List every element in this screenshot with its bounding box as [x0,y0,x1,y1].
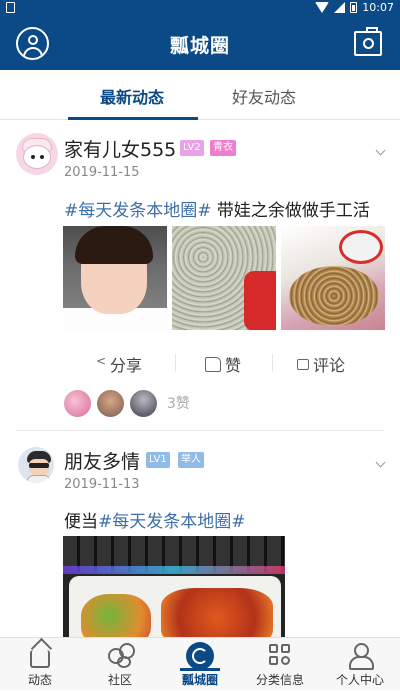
wifi-icon [315,2,330,13]
post-text: 带娃之余做做手工活 [211,201,370,221]
post-hashtag[interactable]: #每天发条本地圈# [64,201,212,221]
tab-indicator [68,117,198,120]
nav-item-community[interactable]: 社区 [80,638,160,691]
liker-avatar[interactable] [130,389,157,417]
divider [272,354,273,372]
nav-item-category[interactable]: 分类信息 [240,638,320,691]
share-button[interactable]: 分享 [96,352,142,376]
post-content[interactable]: 便当#每天发条本地圈# [64,507,246,532]
post-image[interactable] [63,536,285,637]
level-badge: LV1 [146,452,170,468]
feed-list[interactable]: 家有儿女555 LV2 青衣 2019-11-15 #每天发条本地圈# 带娃之余… [0,121,400,637]
post-username[interactable]: 家有儿女555 [64,135,176,162]
post-date: 2019-11-15 [64,165,140,180]
bottom-nav: 动态 社区 瓢城圈 分类信息 个人中心 [0,637,400,690]
comment-icon [297,358,309,370]
avatar[interactable] [18,447,54,483]
chevron-down-icon[interactable] [375,457,386,468]
page-title: 瓢城圈 [169,35,230,57]
like-count: 3赞 [167,396,190,412]
notification-icon [6,2,15,13]
post-images [63,226,385,330]
nav-label: 个人中心 [335,673,384,687]
tab-friends[interactable]: 好友动态 [232,84,296,108]
title-badge: 举人 [178,452,204,468]
community-icon [107,642,135,668]
post-date: 2019-11-13 [64,477,140,492]
app-header: 瓢城圈 [0,17,400,70]
signal-icon [334,2,346,13]
circle-icon [186,642,214,670]
divider [175,354,176,372]
post-actions: 分享 赞 评论 [0,345,400,381]
status-time: 10:07 [362,1,394,14]
thumbs-up-icon [205,356,221,372]
nav-label: 分类信息 [255,673,304,687]
share-label: 分享 [110,356,143,375]
post-image[interactable] [63,226,167,330]
avatar[interactable] [16,133,58,175]
title-badge: 青衣 [210,140,236,156]
category-icon [267,642,293,668]
feed-tabs: 最新动态 好友动态 [0,70,400,120]
nav-item-feed[interactable]: 动态 [0,638,80,691]
battery-icon [350,2,358,13]
nav-item-profile[interactable]: 个人中心 [320,638,400,691]
user-icon [347,642,374,670]
nav-label: 社区 [107,673,132,687]
tab-latest[interactable]: 最新动态 [100,84,164,108]
post-username[interactable]: 朋友多情 [64,447,140,474]
post-hashtag[interactable]: #每天发条本地圈# [98,512,246,532]
nav-label: 动态 [27,673,52,687]
camera-icon[interactable] [354,27,382,56]
nav-label: 瓢城圈 [181,673,218,687]
post-separator [16,430,384,431]
like-label: 赞 [225,356,242,375]
share-icon [96,354,106,369]
comment-button[interactable]: 评论 [297,352,345,376]
liker-avatar[interactable] [97,389,124,417]
post-text: 便当 [64,512,98,532]
liker-list: 3赞 [64,389,190,417]
level-badge: LV2 [180,140,204,156]
comment-label: 评论 [313,356,346,375]
chevron-down-icon[interactable] [375,145,386,156]
nav-item-circle[interactable]: 瓢城圈 [160,638,240,691]
post-image[interactable] [281,226,385,330]
home-icon [30,650,50,668]
liker-avatar[interactable] [64,389,91,417]
like-button[interactable]: 赞 [205,352,241,376]
status-bar: 10:07 [0,0,400,17]
post-content[interactable]: #每天发条本地圈# 带娃之余做做手工活 [64,196,370,221]
post-image[interactable] [172,226,276,330]
